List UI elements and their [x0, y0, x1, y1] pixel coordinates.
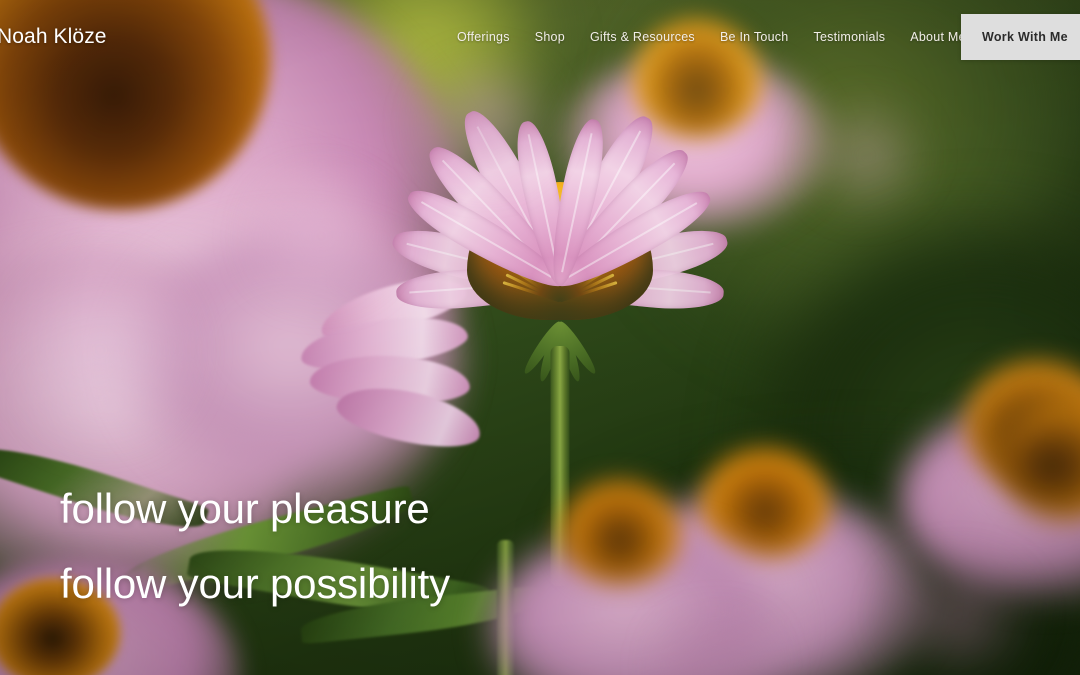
blurred-flower-cone	[560, 480, 680, 584]
bokeh-fleck	[0, 250, 200, 450]
bokeh-fleck	[236, 176, 406, 296]
nav-link-be-in-touch[interactable]: Be In Touch	[720, 31, 789, 44]
hero-headline-line-2: follow your possibility	[60, 559, 450, 607]
bokeh-fleck	[868, 560, 1048, 670]
work-with-me-button[interactable]: Work With Me	[961, 14, 1080, 60]
nav-link-testimonials[interactable]: Testimonials	[813, 31, 885, 44]
homepage-hero-page: Noah Klöze Offerings Shop Gifts & Resour…	[0, 0, 1080, 675]
nav-link-shop[interactable]: Shop	[535, 31, 565, 44]
site-header: Noah Klöze Offerings Shop Gifts & Resour…	[0, 0, 1080, 74]
bokeh-fleck	[806, 96, 926, 216]
site-logo[interactable]: Noah Klöze	[0, 26, 107, 47]
hero-headline: follow your pleasure follow your possibi…	[60, 472, 450, 622]
bokeh-fleck	[410, 62, 560, 182]
nav-link-about-me[interactable]: About Me	[910, 31, 966, 44]
work-with-me-button-label: Work With Me	[982, 29, 1068, 44]
main-navigation: Offerings Shop Gifts & Resources Be In T…	[457, 31, 1017, 44]
nav-link-gifts-resources[interactable]: Gifts & Resources	[590, 31, 695, 44]
hero-headline-line-1: follow your pleasure	[60, 485, 430, 532]
blurred-flower-cone	[700, 448, 830, 558]
nav-link-offerings[interactable]: Offerings	[457, 31, 510, 44]
